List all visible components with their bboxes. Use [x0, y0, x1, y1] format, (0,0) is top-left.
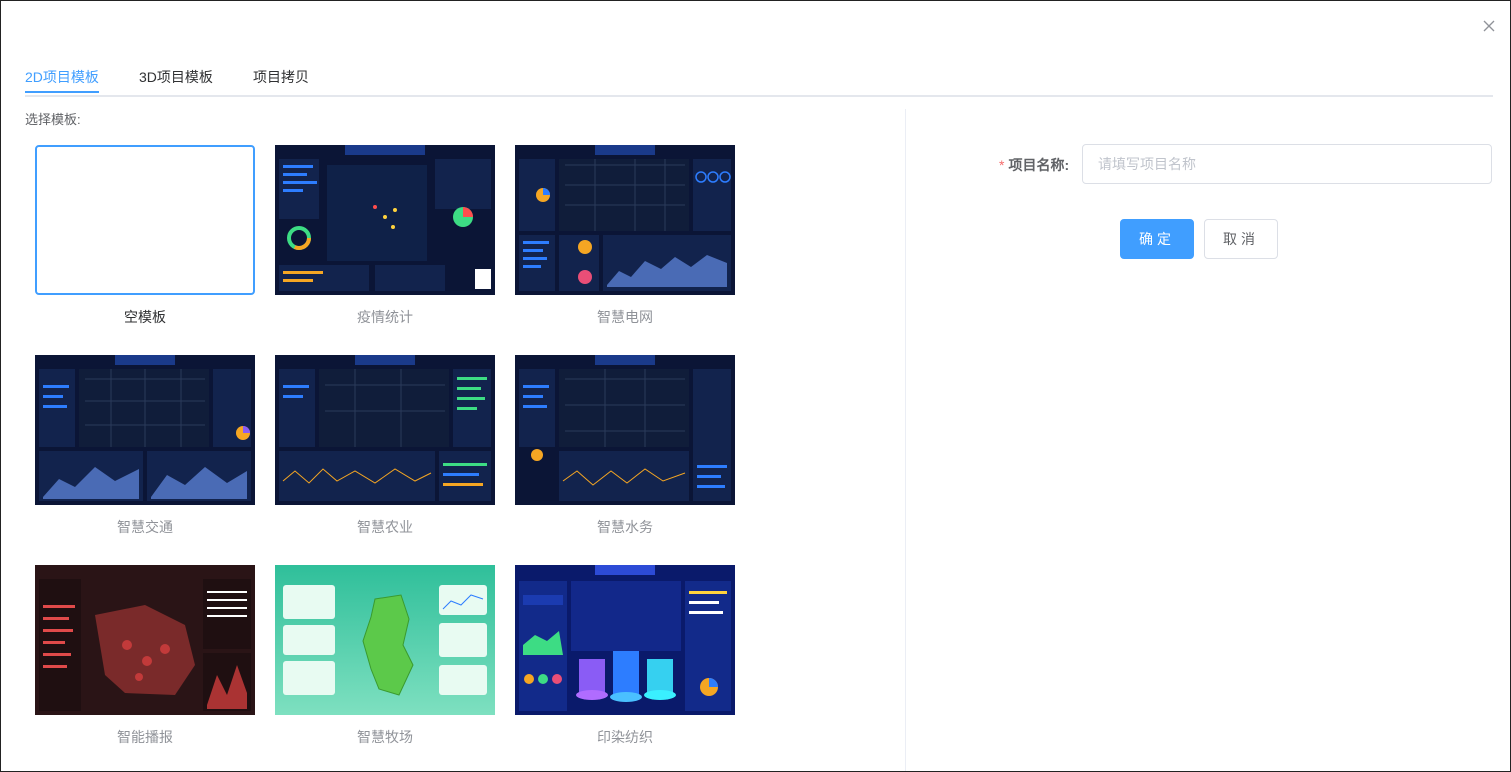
- template-card-empty[interactable]: [35, 145, 255, 295]
- tab-3d-templates[interactable]: 3D项目模板: [139, 67, 213, 87]
- template-thumbnail: [515, 565, 735, 715]
- template-thumbnail: [35, 565, 255, 715]
- tab-bar: 2D项目模板 3D项目模板 项目拷贝: [25, 53, 1493, 97]
- template-card-smart-water[interactable]: [515, 355, 735, 505]
- template-card-smart-traffic[interactable]: [35, 355, 255, 505]
- tab-2d-templates[interactable]: 2D项目模板: [25, 67, 99, 87]
- template-name: 智能播报: [117, 729, 173, 745]
- template-thumbnail: [35, 355, 255, 505]
- template-thumbnail: [275, 355, 495, 505]
- create-project-dialog: 2D项目模板 3D项目模板 项目拷贝 选择模板: 空模板 疫情统计 智慧电网 智…: [0, 0, 1511, 772]
- tab-project-copy[interactable]: 项目拷贝: [253, 67, 309, 87]
- template-name: 空模板: [124, 309, 166, 325]
- template-card-smart-broadcast[interactable]: [35, 565, 255, 715]
- project-name-label: * 项目名称:: [999, 155, 1069, 175]
- template-name: 疫情统计: [357, 309, 413, 325]
- required-mark: *: [999, 157, 1005, 173]
- template-thumbnail: [275, 565, 495, 715]
- confirm-button[interactable]: 确定: [1120, 219, 1194, 259]
- template-thumbnail: [275, 145, 495, 295]
- template-thumbnail: [515, 145, 735, 295]
- template-name: 智慧农业: [357, 519, 413, 535]
- active-tab-indicator: [25, 91, 99, 93]
- template-card-smart-grid[interactable]: [515, 145, 735, 295]
- project-name-input[interactable]: [1082, 144, 1492, 184]
- template-name: 智慧交通: [117, 519, 173, 535]
- template-name: 智慧水务: [597, 519, 653, 535]
- template-name: 印染纺织: [597, 729, 653, 745]
- template-thumbnail: [37, 147, 253, 293]
- cancel-button[interactable]: 取消: [1204, 219, 1278, 259]
- template-card-epidemic[interactable]: [275, 145, 495, 295]
- template-name: 智慧电网: [597, 309, 653, 325]
- close-icon[interactable]: [1482, 19, 1496, 33]
- template-card-smart-agriculture[interactable]: [275, 355, 495, 505]
- template-thumbnail: [515, 355, 735, 505]
- template-name: 智慧牧场: [357, 729, 413, 745]
- choose-template-label: 选择模板:: [25, 112, 81, 127]
- project-name-label-text: 项目名称:: [1008, 157, 1070, 173]
- template-card-dyeing-textile[interactable]: [515, 565, 735, 715]
- panel-divider: [905, 109, 906, 771]
- template-card-smart-ranch[interactable]: [275, 565, 495, 715]
